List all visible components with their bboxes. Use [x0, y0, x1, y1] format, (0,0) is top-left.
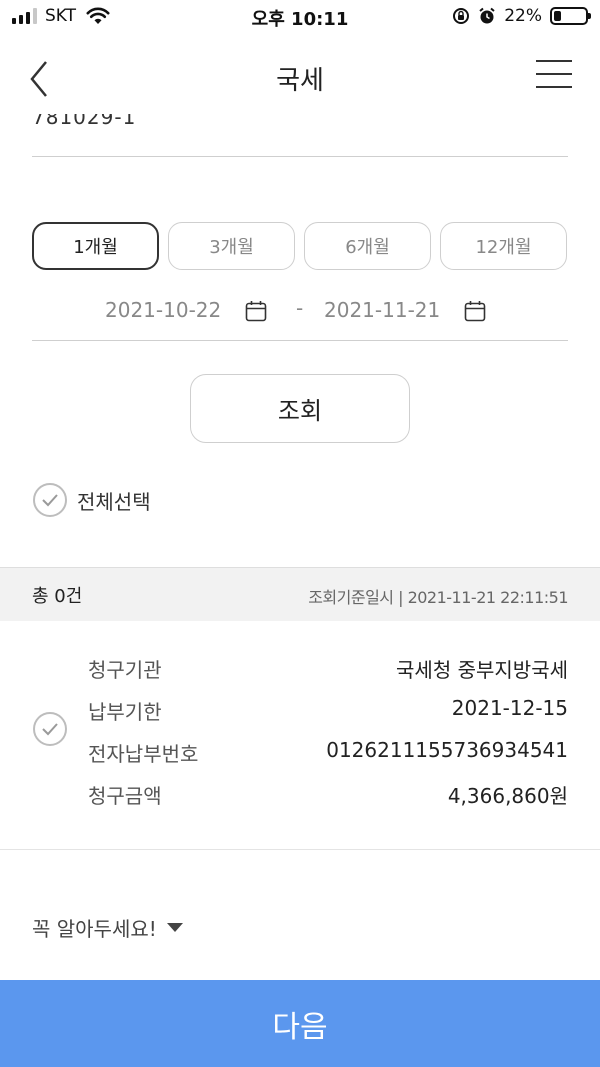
notice-toggle[interactable]: 꼭 알아두세요! — [32, 913, 183, 942]
query-timestamp: 조회기준일시 | 2021-11-21 22:11:51 — [308, 588, 568, 607]
caret-down-icon — [166, 923, 183, 932]
bill-value: 2021-12-15 — [451, 696, 568, 720]
start-date-field[interactable]: 2021-10-22 — [105, 298, 221, 322]
resident-number-field: 781029-1 — [32, 114, 568, 157]
select-all-label: 전체선택 — [77, 489, 151, 514]
period-1-month-button[interactable]: 1개월 — [32, 222, 159, 270]
next-button[interactable]: 다음 — [0, 980, 600, 1067]
bill-list-item[interactable]: 청구기관 국세청 중부지방국세 납부기한 2021-12-15 전자납부번호 0… — [0, 621, 600, 850]
end-calendar-icon[interactable] — [464, 300, 486, 322]
summary-bar: 총 0건 조회기준일시 | 2021-11-21 22:11:51 — [0, 567, 600, 621]
bill-row-due-date: 납부기한 2021-12-15 — [88, 696, 568, 726]
battery-fill — [554, 11, 561, 21]
bill-row-agency: 청구기관 국세청 중부지방국세 — [88, 654, 568, 684]
bill-row-payment-number: 전자납부번호 0126211155736934541 — [88, 738, 568, 768]
bill-value: 4,366,860원 — [447, 784, 568, 808]
bill-label: 청구기관 — [88, 658, 162, 682]
status-right: 22% — [452, 6, 591, 26]
end-date-field[interactable]: 2021-11-21 — [324, 298, 440, 322]
start-calendar-icon[interactable] — [245, 300, 267, 322]
check-circle-icon — [33, 483, 67, 517]
bill-label: 청구금액 — [88, 784, 162, 808]
period-12-month-button[interactable]: 12개월 — [440, 222, 567, 270]
resident-number-value: 781029-1 — [32, 114, 137, 129]
bill-value: 0126211155736934541 — [326, 738, 568, 762]
bill-row-amount: 청구금액 4,366,860원 — [88, 780, 568, 810]
app-header: 국세 — [0, 44, 600, 114]
page-title: 국세 — [276, 66, 324, 96]
bill-checkbox[interactable] — [33, 712, 67, 746]
battery-percent: 22% — [504, 6, 542, 26]
notice-label: 꼭 알아두세요! — [32, 917, 157, 941]
bill-value: 국세청 중부지방국세 — [396, 658, 568, 682]
hamburger-menu-icon — [536, 60, 572, 88]
search-button[interactable]: 조회 — [190, 374, 410, 443]
select-all-checkbox[interactable]: 전체선택 — [33, 483, 151, 517]
period-6-month-button[interactable]: 6개월 — [304, 222, 431, 270]
date-range: 2021-10-22 - 2021-11-21 — [32, 290, 568, 341]
menu-button[interactable] — [536, 60, 572, 92]
rotation-lock-icon — [453, 8, 470, 24]
checkmark-icon — [42, 723, 58, 736]
bill-label: 전자납부번호 — [88, 742, 199, 766]
period-selector: 1개월 3개월 6개월 12개월 — [32, 222, 568, 270]
status-bar: SKT 오후 10:11 22% — [0, 0, 600, 34]
battery-icon — [550, 7, 591, 25]
alarm-icon — [479, 7, 495, 24]
period-3-month-button[interactable]: 3개월 — [168, 222, 295, 270]
date-separator: - — [296, 296, 304, 320]
result-count: 총 0건 — [32, 586, 83, 607]
bill-label: 납부기한 — [88, 700, 162, 724]
